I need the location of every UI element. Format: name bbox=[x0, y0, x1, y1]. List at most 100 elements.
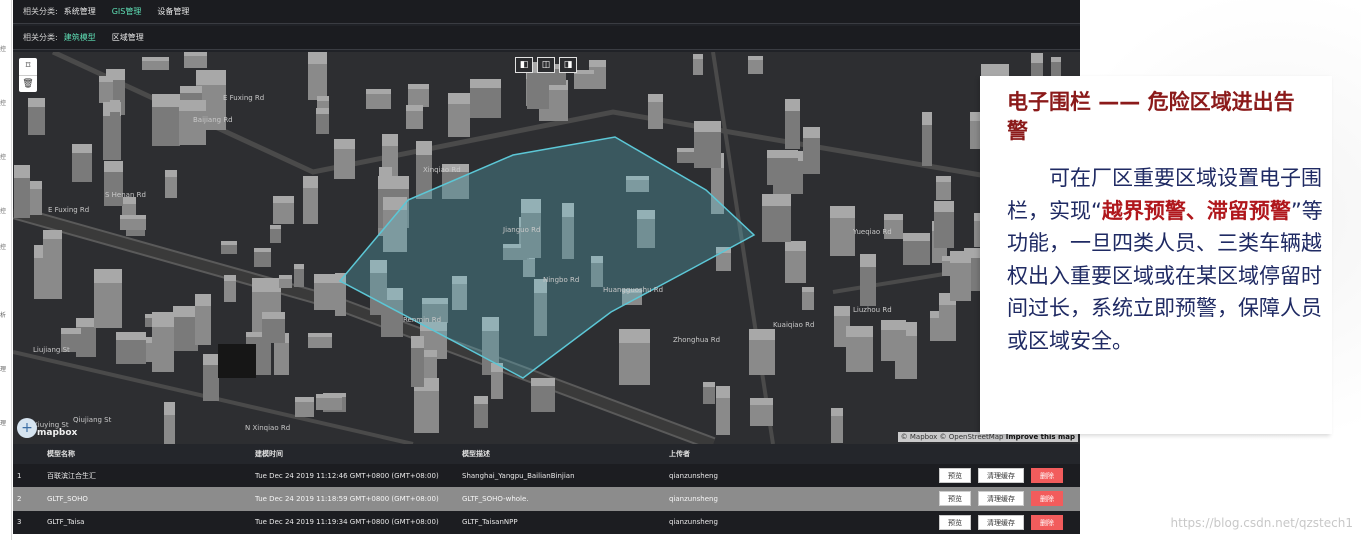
split-right-icon[interactable]: ◨ bbox=[559, 57, 577, 73]
clear-cache-button[interactable]: 清理缓存 bbox=[978, 514, 1024, 530]
callout-body-highlight: 越界预警、滞留预警 bbox=[1101, 198, 1291, 223]
row-uploader: qianzunsheng bbox=[669, 518, 718, 527]
building-roof bbox=[694, 121, 721, 132]
nav-device-management[interactable]: 设备管理 bbox=[157, 6, 189, 17]
map-canvas: E Fuxing Rd S Henan Rd E Fuxing Rd Xinqiao … bbox=[13, 52, 1080, 444]
building-roof bbox=[294, 264, 304, 269]
street-label: Ningbo Rd bbox=[543, 276, 579, 284]
building-roof bbox=[922, 112, 932, 125]
previous-slide-strip: 控控控控控析理理 bbox=[0, 0, 12, 540]
building-roof bbox=[203, 354, 219, 365]
building-roof bbox=[164, 402, 175, 415]
row-model-time: Tue Dec 24 2019 11:12:46 GMT+0800 (GMT+0… bbox=[255, 471, 439, 480]
street-label: Kuaiqiao Rd bbox=[773, 321, 814, 329]
trash-icon[interactable]: 🗑 bbox=[19, 75, 37, 92]
street-label: S Henan Rd bbox=[105, 191, 146, 199]
building-roof bbox=[334, 139, 355, 149]
building-roof bbox=[279, 275, 292, 279]
row-model-name: 百联滨江合生汇 bbox=[47, 471, 96, 480]
building-roof bbox=[165, 170, 177, 177]
street-label: Baijiang Rd bbox=[193, 116, 233, 124]
building-roof bbox=[716, 386, 730, 398]
building-roof bbox=[531, 378, 555, 386]
top-category-label: 相关分类: bbox=[23, 7, 58, 16]
building-roof bbox=[860, 254, 876, 267]
nav-gis-management[interactable]: GIS管理 bbox=[112, 6, 142, 17]
building-roof bbox=[448, 93, 470, 104]
building-roof bbox=[72, 144, 92, 153]
building-roof bbox=[574, 70, 594, 74]
attribution-text[interactable]: © Mapbox © OpenStreetMap bbox=[901, 433, 1004, 441]
row-index: 2 bbox=[17, 494, 22, 503]
header-uploader: 上传者 bbox=[669, 450, 690, 458]
view-switch-group: ◧ ◫ ◨ bbox=[515, 57, 577, 73]
street-label: Zhonghua Rd bbox=[673, 336, 720, 344]
split-center-icon[interactable]: ◫ bbox=[537, 57, 555, 73]
map-view[interactable]: E Fuxing Rd S Henan Rd E Fuxing Rd Xinqiao … bbox=[13, 52, 1080, 444]
building-roof bbox=[382, 134, 398, 146]
delete-button[interactable]: 删除 bbox=[1031, 468, 1063, 484]
building-roof bbox=[99, 76, 113, 82]
building-roof bbox=[411, 336, 424, 348]
nav-area-management[interactable]: 区域管理 bbox=[112, 32, 144, 43]
building-roof bbox=[196, 70, 226, 85]
street-label: N Xinqiao Rd bbox=[245, 424, 290, 432]
strip-mark: 控 bbox=[0, 244, 7, 251]
building-roof bbox=[314, 274, 335, 283]
delete-button[interactable]: 删除 bbox=[1031, 514, 1063, 530]
preview-button[interactable]: 预览 bbox=[939, 514, 971, 530]
building-roof bbox=[303, 176, 318, 188]
feature-callout: 电子围栏 —— 危险区域进出告警 可在厂区重要区域设置电子围栏，实现“越界预警、… bbox=[980, 76, 1332, 434]
building-roof bbox=[884, 214, 903, 220]
building-roof bbox=[180, 86, 202, 93]
nav-building-model[interactable]: 建筑模型 bbox=[64, 32, 96, 43]
building-roof bbox=[762, 194, 791, 206]
row-index: 3 bbox=[17, 518, 22, 527]
row-model-name: GLTF_Taisa bbox=[47, 518, 85, 527]
street-label: Huangguoshu Rd bbox=[603, 286, 663, 294]
building-roof bbox=[416, 141, 432, 155]
callout-title: 电子围栏 —— 危险区域进出告警 bbox=[1007, 90, 1295, 143]
building-roof bbox=[749, 329, 775, 340]
building-roof bbox=[703, 382, 715, 387]
street-label: Jianguo Rd bbox=[502, 226, 540, 234]
strip-mark: 控 bbox=[0, 208, 7, 215]
building-roof bbox=[221, 241, 237, 245]
building-roof bbox=[43, 230, 62, 239]
preview-button[interactable]: 预览 bbox=[939, 491, 971, 507]
split-left-icon[interactable]: ◧ bbox=[515, 57, 533, 73]
polygon-draw-icon[interactable]: ⌑ bbox=[19, 58, 37, 75]
building-roof bbox=[14, 165, 30, 178]
building-roof bbox=[28, 98, 45, 107]
preview-button[interactable]: 预览 bbox=[939, 468, 971, 484]
sub-category-label: 相关分类: bbox=[23, 33, 58, 42]
delete-button[interactable]: 删除 bbox=[1031, 491, 1063, 507]
clear-cache-button[interactable]: 清理缓存 bbox=[978, 468, 1024, 484]
header-model-time: 建模时间 bbox=[255, 450, 283, 458]
building-roof bbox=[295, 397, 314, 402]
street-label: E Fuxing Rd bbox=[48, 206, 89, 214]
nav-system-management[interactable]: 系统管理 bbox=[64, 6, 96, 17]
strip-mark: 理 bbox=[0, 366, 7, 373]
building-roof bbox=[366, 89, 391, 94]
building-roof bbox=[110, 100, 120, 112]
building-roof bbox=[195, 294, 211, 306]
row-actions: 预览 清理缓存 删除 bbox=[939, 514, 1063, 530]
street-label: E Fuxing Rd bbox=[223, 94, 264, 102]
table-row[interactable]: 2 GLTF_SOHO Tue Dec 24 2019 11:18:59 GMT… bbox=[13, 487, 1080, 511]
building-roof bbox=[116, 332, 146, 340]
building-roof bbox=[308, 52, 327, 64]
table-row[interactable]: 3 GLTF_Taisa Tue Dec 24 2019 11:19:34 GM… bbox=[13, 510, 1080, 534]
mapbox-logo[interactable]: mapbox bbox=[37, 428, 77, 438]
strip-mark: 理 bbox=[0, 420, 7, 427]
building-roof bbox=[270, 225, 281, 229]
row-model-desc: GLTF_TaisanNPP bbox=[462, 518, 518, 527]
building-roof bbox=[648, 94, 663, 102]
clear-cache-button[interactable]: 清理缓存 bbox=[978, 491, 1024, 507]
zoom-in-button[interactable]: + bbox=[17, 418, 37, 438]
street-label: Yueqiao Rd bbox=[852, 228, 892, 236]
table-row[interactable]: 1 百联滨江合生汇 Tue Dec 24 2019 11:12:46 GMT+0… bbox=[13, 464, 1080, 488]
building-roof bbox=[785, 241, 806, 251]
improve-map-link[interactable]: Improve this map bbox=[1006, 433, 1075, 441]
source-watermark: https://blog.csdn.net/qzstech1 bbox=[1170, 516, 1353, 530]
